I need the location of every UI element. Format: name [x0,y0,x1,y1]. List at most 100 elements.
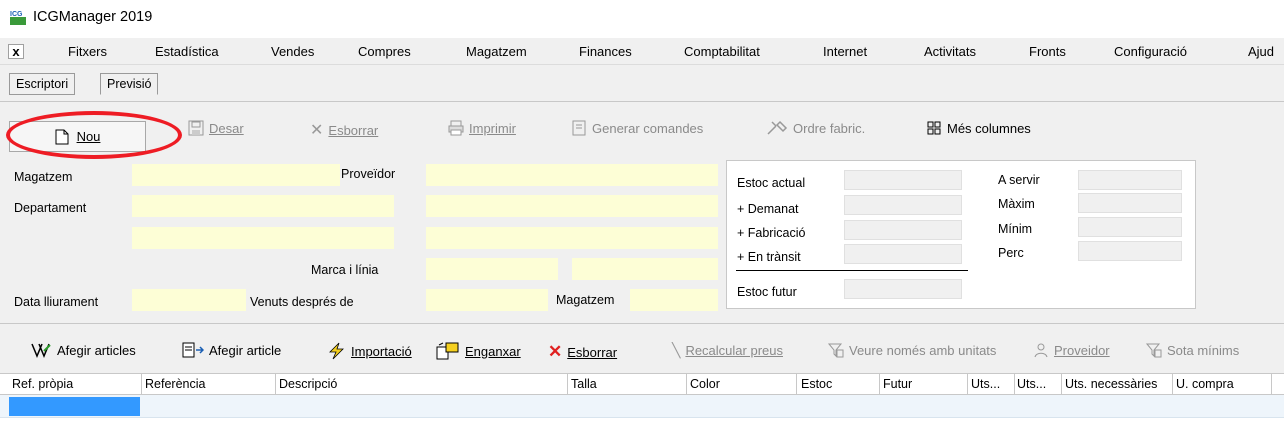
menu-magatzem[interactable]: Magatzem [466,44,527,59]
col-estoc[interactable]: Estoc [801,377,832,391]
col-separator[interactable] [1172,374,1173,396]
col-color[interactable]: Color [690,377,720,391]
estoc-actual-label: Estoc actual [737,176,806,190]
imprimir-button[interactable]: Imprimir [448,120,516,136]
menu-vendes[interactable]: Vendes [271,44,314,59]
recalcular-preus-label: Recalcular preus [685,343,783,358]
col-separator[interactable] [141,374,142,396]
magatzem-field[interactable] [132,164,340,186]
col-u-compra[interactable]: U. compra [1176,377,1234,391]
afegir-articles-button[interactable]: Afegir articles [30,342,136,358]
order-document-icon [572,120,586,136]
add-articles-icon [31,343,51,358]
col-separator[interactable] [1014,374,1015,396]
app-title: ICGManager 2019 [33,9,153,25]
table-row[interactable] [0,395,1284,418]
departament-field-1[interactable] [132,195,394,217]
afegir-article-label: Afegir article [209,342,282,358]
recalcular-preus-button[interactable]: ╲ Recalcular preus [672,342,783,359]
save-icon [188,120,204,136]
col-uts-1[interactable]: Uts... [971,377,1000,391]
proveidor-field-3[interactable] [426,227,718,249]
afegir-article-button[interactable]: Afegir article [182,342,281,358]
col-futur[interactable]: Futur [883,377,912,391]
enganxar-button[interactable]: Enganxar [436,342,521,360]
mes-columnes-button[interactable]: Més columnes [926,120,1031,136]
proveidor-field[interactable] [426,164,718,186]
svg-text:ICG: ICG [10,11,23,18]
maxim-value [1078,193,1182,213]
veure-unitats-button[interactable]: Veure només amb unitats [828,342,996,358]
col-uts-2[interactable]: Uts... [1017,377,1046,391]
proveidor-filter-button[interactable]: Proveidor [1033,342,1110,358]
tab-previsio[interactable]: Previsió [100,73,159,95]
sota-minims-button[interactable]: Sota mínims [1146,342,1239,358]
desar-button[interactable]: Desar [188,120,244,136]
magatzem-2-label: Magatzem [556,293,615,307]
ordre-fabric-label: Ordre fabric. [793,120,866,136]
menu-internet[interactable]: Internet [823,44,867,59]
col-uts-necessaries[interactable]: Uts. necessàries [1065,377,1157,391]
printer-icon [448,120,464,136]
tab-escriptori[interactable]: Escriptori [9,73,76,95]
maxim-label: Màxim [998,197,1035,211]
add-article-icon [182,342,204,358]
menu-comptabilitat[interactable]: Comptabilitat [684,44,760,59]
esborrar-button[interactable]: ✕ Esborrar [310,120,378,140]
col-separator[interactable] [879,374,880,396]
col-ref-propia[interactable]: Ref. pròpia [12,377,73,391]
proveidor-field-2[interactable] [426,195,718,217]
fabricacio-value [844,220,962,240]
col-talla[interactable]: Talla [571,377,597,391]
magatzem-2-field[interactable] [630,289,718,311]
menu-configuracio[interactable]: Configuració [1114,44,1187,59]
enganxar-label: Enganxar [465,343,521,359]
en-transit-value [844,244,962,264]
col-referencia[interactable]: Referència [145,377,205,391]
marca-field[interactable] [426,258,558,280]
col-separator[interactable] [275,374,276,396]
lightning-icon [329,342,344,360]
menu-ajuda[interactable]: Ajud [1248,44,1274,59]
close-document-button[interactable]: x [8,44,24,59]
col-separator[interactable] [1061,374,1062,396]
venuts-despres-de-label: Venuts després de [250,295,354,309]
col-separator[interactable] [686,374,687,396]
title-bar: ICG ICGManager 2019 [0,0,1284,38]
generar-comandes-button[interactable]: Generar comandes [571,120,703,136]
ordre-fabric-button[interactable]: Ordre fabric. [766,120,865,136]
linia-field[interactable] [572,258,718,280]
venuts-despres-de-field[interactable] [426,289,548,311]
menu-estadistica[interactable]: Estadística [155,44,219,59]
esborrar-row-label: Esborrar [567,344,618,360]
col-separator[interactable] [796,374,797,396]
proveidor-label: Proveïdor [341,167,396,181]
menu-fronts[interactable]: Fronts [1029,44,1066,59]
desar-label: Desar [209,120,244,136]
afegir-articles-label: Afegir articles [57,342,136,358]
menu-fitxers[interactable]: Fitxers [68,44,107,59]
importacio-button[interactable]: Importació [326,342,412,360]
nou-button[interactable]: Nou [9,121,146,152]
stock-sum-line [736,270,968,271]
menu-compres[interactable]: Compres [358,44,411,59]
filter-units-icon [828,343,844,358]
en-transit-label: + En trànsit [737,250,801,264]
veure-unitats-label: Veure només amb unitats [849,342,997,358]
col-separator[interactable] [967,374,968,396]
selected-cell[interactable] [9,397,140,416]
esborrar-row-button[interactable]: ✕ Esborrar [548,342,617,362]
departament-label: Departament [14,201,87,215]
menu-activitats[interactable]: Activitats [924,44,976,59]
magatzem-label: Magatzem [14,170,73,184]
col-descripcio[interactable]: Descripció [279,377,337,391]
importacio-label: Importació [351,343,412,359]
perc-value [1078,241,1182,261]
col-separator[interactable] [1271,374,1272,396]
estoc-actual-value [844,170,962,190]
tab-bar: Escriptori Previsió [0,65,1284,101]
menu-finances[interactable]: Finances [579,44,632,59]
data-lliurament-field[interactable] [132,289,246,311]
departament-field-2[interactable] [132,227,394,249]
col-separator[interactable] [567,374,568,396]
